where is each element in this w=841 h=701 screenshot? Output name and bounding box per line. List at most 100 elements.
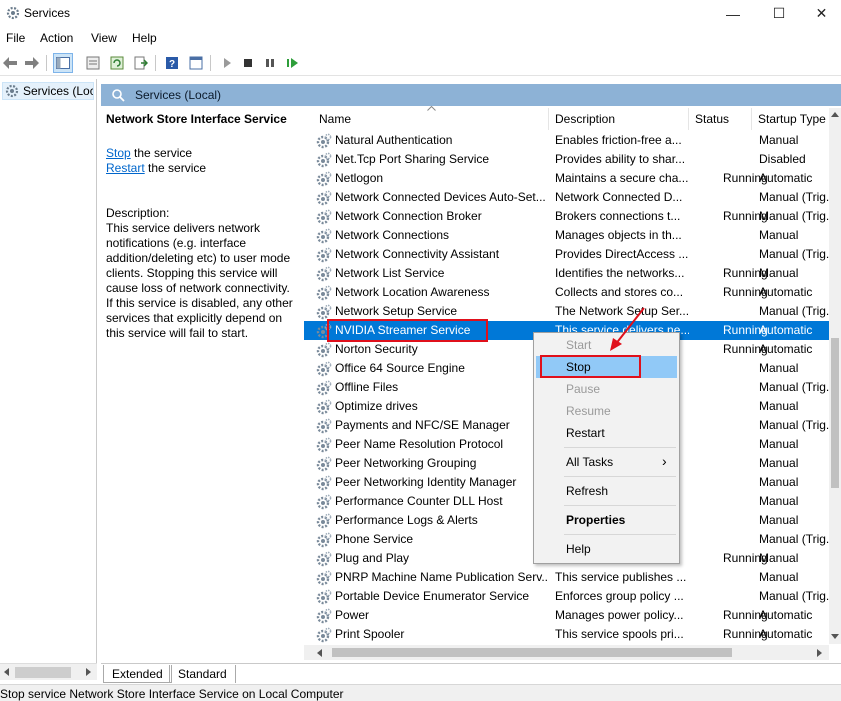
service-description: Maintains a secure cha... xyxy=(555,171,689,185)
menu-item-properties[interactable]: Properties xyxy=(536,509,677,531)
stop-link[interactable]: Stop xyxy=(106,146,131,160)
service-gear-icon xyxy=(316,399,332,415)
table-row[interactable]: Network Connection Broker Brokers connect… xyxy=(304,207,829,226)
column-header-name[interactable]: Name xyxy=(313,106,549,130)
service-name: Portable Device Enumerator Service xyxy=(335,589,530,603)
menu-help[interactable]: Help xyxy=(132,31,157,45)
tree-item-services-local[interactable]: Services (Local) xyxy=(2,82,94,100)
service-startup-type: Manual xyxy=(759,551,799,565)
pause-service-icon[interactable] xyxy=(260,53,280,73)
table-row[interactable]: Network Connections Manages objects in th… xyxy=(304,226,829,245)
menu-file[interactable]: File xyxy=(6,31,25,45)
red-arrow-icon xyxy=(610,307,645,351)
horizontal-scrollbar[interactable] xyxy=(304,645,829,660)
view-icon[interactable] xyxy=(186,53,206,73)
tree-item-label: Services (Local) xyxy=(23,84,93,98)
table-row[interactable]: Network Connected Devices Auto-Set... Net… xyxy=(304,188,829,207)
tab-standard[interactable]: Standard xyxy=(169,665,236,683)
minimize-button[interactable]: — xyxy=(710,0,756,27)
scroll-down-icon[interactable] xyxy=(831,634,839,640)
properties-icon[interactable] xyxy=(83,53,103,73)
tree-horizontal-scrollbar[interactable] xyxy=(0,663,97,680)
start-service-icon[interactable] xyxy=(217,53,237,73)
table-row[interactable]: Netlogon Maintains a secure cha... Running… xyxy=(304,169,829,188)
service-startup-type: Manual xyxy=(759,266,799,280)
table-row[interactable]: Portable Device Enumerator Service Enforc… xyxy=(304,587,829,606)
scroll-right-icon[interactable] xyxy=(84,668,92,676)
column-header-description[interactable]: Description xyxy=(549,108,689,130)
service-gear-icon xyxy=(316,133,332,149)
service-description: Network Connected D... xyxy=(555,190,683,204)
table-row[interactable]: Network Setup Service The Network Setup S… xyxy=(304,302,829,321)
restart-service-icon[interactable] xyxy=(283,53,303,73)
scrollbar-thumb[interactable] xyxy=(831,338,839,488)
service-gear-icon xyxy=(316,437,332,453)
services-gear-icon xyxy=(6,6,20,20)
table-row[interactable]: Print Spooler This service spools pri... R… xyxy=(304,625,829,644)
table-row[interactable]: Power Manages power policy... Running Autom… xyxy=(304,606,829,625)
help-icon[interactable]: ? xyxy=(162,53,182,73)
table-row[interactable]: Network List Service Identifies the netwo… xyxy=(304,264,829,283)
service-gear-icon xyxy=(316,570,332,586)
menu-item-pause[interactable]: Pause xyxy=(536,378,677,400)
service-startup-type: Manual xyxy=(759,494,799,508)
menu-action[interactable]: Action xyxy=(40,31,73,45)
menu-item-resume[interactable]: Resume xyxy=(536,400,677,422)
service-description: This service spools pri... xyxy=(555,627,684,641)
refresh-icon[interactable] xyxy=(107,53,127,73)
service-startup-type: Manual (Trig... xyxy=(759,380,829,394)
menu-item-refresh[interactable]: Refresh xyxy=(536,480,677,502)
service-name: Performance Logs & Alerts xyxy=(335,513,478,527)
column-header-startup-type[interactable]: Startup Type xyxy=(752,108,829,130)
maximize-button[interactable]: ☐ xyxy=(756,0,802,27)
scrollbar-thumb[interactable] xyxy=(15,667,71,678)
stop-service-icon[interactable] xyxy=(238,53,258,73)
forward-icon[interactable] xyxy=(22,53,42,73)
column-header-status[interactable]: Status xyxy=(689,108,752,130)
scroll-right-icon[interactable] xyxy=(817,649,823,657)
table-row[interactable]: PNRP Machine Name Publication Serv... Thi… xyxy=(304,568,829,587)
menu-item-restart[interactable]: Restart xyxy=(536,422,677,444)
back-icon[interactable] xyxy=(0,53,20,73)
service-gear-icon xyxy=(316,285,332,301)
service-name: PNRP Machine Name Publication Serv... xyxy=(335,570,547,584)
search-icon xyxy=(112,89,125,102)
table-row[interactable]: Natural Authentication Enables friction-f… xyxy=(304,131,829,150)
menu-view[interactable]: View xyxy=(91,31,117,45)
column-header-startup-label: Startup Type xyxy=(758,112,826,126)
table-row[interactable]: Network Location Awareness Collects and s… xyxy=(304,283,829,302)
tab-extended[interactable]: Extended xyxy=(103,665,172,683)
menu-item-label: Pause xyxy=(566,382,601,396)
table-row[interactable]: Network Connectivity Assistant Provides D… xyxy=(304,245,829,264)
service-name: Net.Tcp Port Sharing Service xyxy=(335,152,490,166)
menu-item-all-tasks[interactable]: All Tasks › xyxy=(536,451,677,473)
service-gear-icon xyxy=(316,608,332,624)
status-text: Stop service Network Store Interface Ser… xyxy=(0,687,344,701)
show-console-tree-icon[interactable] xyxy=(53,53,73,73)
scroll-left-icon[interactable] xyxy=(316,649,322,657)
window-title: Services xyxy=(24,6,71,20)
table-row[interactable]: Net.Tcp Port Sharing Service Provides abi… xyxy=(304,150,829,169)
service-gear-icon xyxy=(316,456,332,472)
menu-separator xyxy=(564,476,676,477)
menu-item-stop[interactable]: Stop xyxy=(536,356,677,378)
service-name: Power xyxy=(335,608,370,622)
service-startup-type: Automatic xyxy=(759,627,813,641)
scroll-left-icon[interactable] xyxy=(3,668,11,676)
service-description: Identifies the networks... xyxy=(555,266,685,280)
menu-item-label: Resume xyxy=(566,404,611,418)
close-button[interactable]: ✕ xyxy=(802,0,841,27)
service-gear-icon xyxy=(316,323,332,339)
scroll-up-icon[interactable] xyxy=(831,111,839,117)
service-gear-icon xyxy=(316,152,332,168)
scrollbar-thumb[interactable] xyxy=(332,648,732,657)
vertical-scrollbar[interactable] xyxy=(829,108,841,644)
service-startup-type: Manual (Trig... xyxy=(759,589,829,603)
service-name: NVIDIA Streamer Service xyxy=(335,323,471,337)
toolbar-separator xyxy=(210,55,211,71)
menu-item-help[interactable]: Help xyxy=(536,538,677,560)
restart-link[interactable]: Restart xyxy=(106,161,145,175)
service-name: Optimize drives xyxy=(335,399,418,413)
export-list-icon[interactable] xyxy=(131,53,151,73)
service-startup-type: Automatic xyxy=(759,285,813,299)
